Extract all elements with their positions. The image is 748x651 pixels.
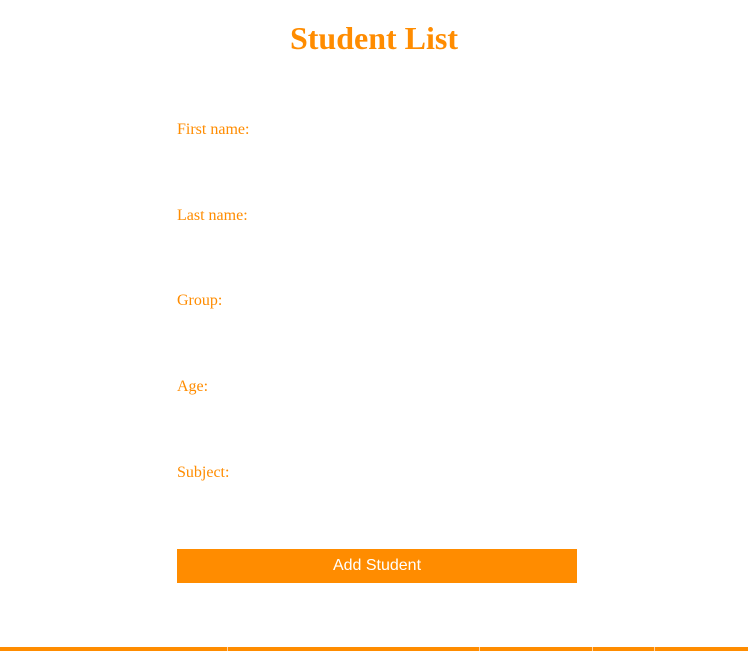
group-label: Group: <box>177 292 223 309</box>
first-name-label: First name: <box>177 121 250 138</box>
age-input[interactable] <box>177 401 577 425</box>
table-column-divider <box>655 647 748 651</box>
subject-label: Subject: <box>177 464 230 481</box>
subject-input[interactable] <box>177 487 577 511</box>
table-column-divider <box>593 647 655 651</box>
student-table-header <box>0 647 748 651</box>
age-label: Age: <box>177 378 209 395</box>
table-column-divider <box>228 647 480 651</box>
first-name-input[interactable] <box>177 144 577 168</box>
last-name-label: Last name: <box>177 207 248 224</box>
last-name-input[interactable] <box>177 230 577 254</box>
table-column-divider <box>0 647 228 651</box>
add-student-button[interactable]: Add Student <box>177 549 577 583</box>
group-input[interactable] <box>177 315 577 339</box>
page-title: Student List <box>289 20 459 56</box>
table-column-divider <box>480 647 593 651</box>
